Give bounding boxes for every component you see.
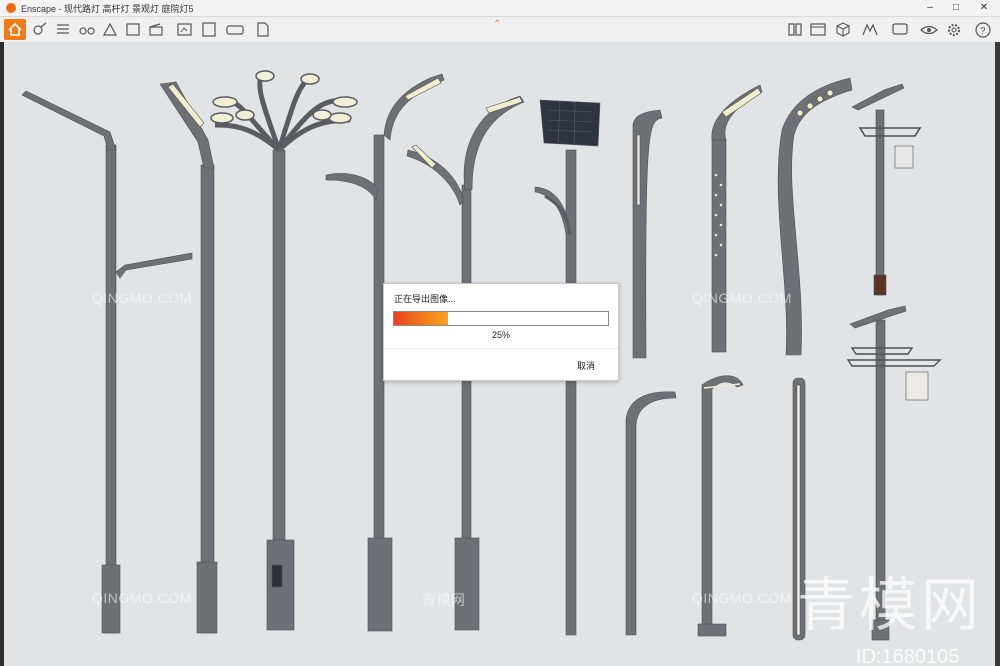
map-icon[interactable] — [124, 21, 142, 38]
street-lamp-9 — [777, 77, 853, 356]
upload-icon[interactable] — [861, 21, 879, 38]
watermark-text: QINGMO.COM — [692, 590, 792, 606]
clapper-icon[interactable] — [147, 21, 165, 38]
enscape-logo-icon — [6, 3, 16, 13]
home-icon[interactable] — [4, 19, 26, 40]
watermark-text: QINGMO.COM — [92, 290, 192, 306]
help-icon[interactable]: ? — [974, 21, 992, 38]
eye-icon[interactable] — [920, 21, 938, 38]
panorama-export-icon[interactable] — [226, 21, 244, 38]
street-lamp-7 — [632, 109, 663, 359]
screenshot-export-icon[interactable] — [176, 21, 194, 38]
street-lamp-8 — [711, 84, 763, 353]
window-title: Enscape - 现代路灯 高杆灯 景观灯 庭院灯5 — [21, 2, 194, 15]
street-lamp-3 — [210, 70, 358, 631]
toolbar: ⌃ ? — [0, 17, 1000, 43]
cube-icon[interactable] — [834, 21, 852, 38]
svg-text:?: ? — [980, 26, 986, 37]
watermark-text: QINGMO.COM — [92, 590, 192, 606]
watermark-id: ID:1680105 — [856, 646, 960, 666]
document-title: 现代路灯 高杆灯 景观灯 庭院灯5 — [64, 4, 194, 14]
dialog-divider — [384, 348, 618, 349]
street-lamp-11 — [625, 391, 677, 636]
gear-icon[interactable] — [945, 21, 963, 38]
batch-export-icon[interactable] — [200, 21, 218, 38]
watermark-big: 青模网 — [797, 573, 984, 638]
app-name: Enscape — [21, 4, 57, 14]
progress-fill — [394, 312, 448, 325]
street-lamp-2 — [159, 81, 218, 634]
right-edge-panel — [995, 42, 1000, 666]
progress-percent: 25% — [491, 330, 510, 340]
cancel-button[interactable]: 取消 — [577, 359, 595, 372]
chevron-up-icon[interactable]: ⌃ — [493, 19, 501, 30]
watermark-text: QINGMO.COM — [692, 290, 792, 306]
close-icon[interactable]: ✕ — [970, 0, 998, 16]
export-progress-dialog: 正在导出图像... 25% 取消 — [383, 283, 619, 381]
binoculars-icon[interactable] — [78, 21, 96, 38]
asset-library-icon[interactable] — [31, 21, 49, 38]
window-icon[interactable] — [809, 21, 827, 38]
title-separator: - — [56, 4, 65, 14]
maximize-icon[interactable]: □ — [942, 0, 970, 16]
floorplan-icon[interactable] — [101, 21, 119, 38]
watermark-text: 青模网 — [422, 592, 466, 608]
street-lamp-1 — [21, 90, 193, 634]
minimize-icon[interactable]: – — [916, 0, 944, 16]
export-file-icon[interactable] — [254, 21, 272, 38]
feedback-icon[interactable] — [891, 21, 909, 38]
dialog-title: 正在导出图像... — [394, 294, 456, 304]
book-icon[interactable] — [786, 21, 804, 38]
street-lamp-10 — [851, 83, 922, 296]
progress-bar — [393, 311, 609, 326]
title-bar: Enscape - 现代路灯 高杆灯 景观灯 庭院灯5 – □ ✕ — [0, 0, 1000, 17]
bim-info-icon[interactable] — [54, 21, 72, 38]
